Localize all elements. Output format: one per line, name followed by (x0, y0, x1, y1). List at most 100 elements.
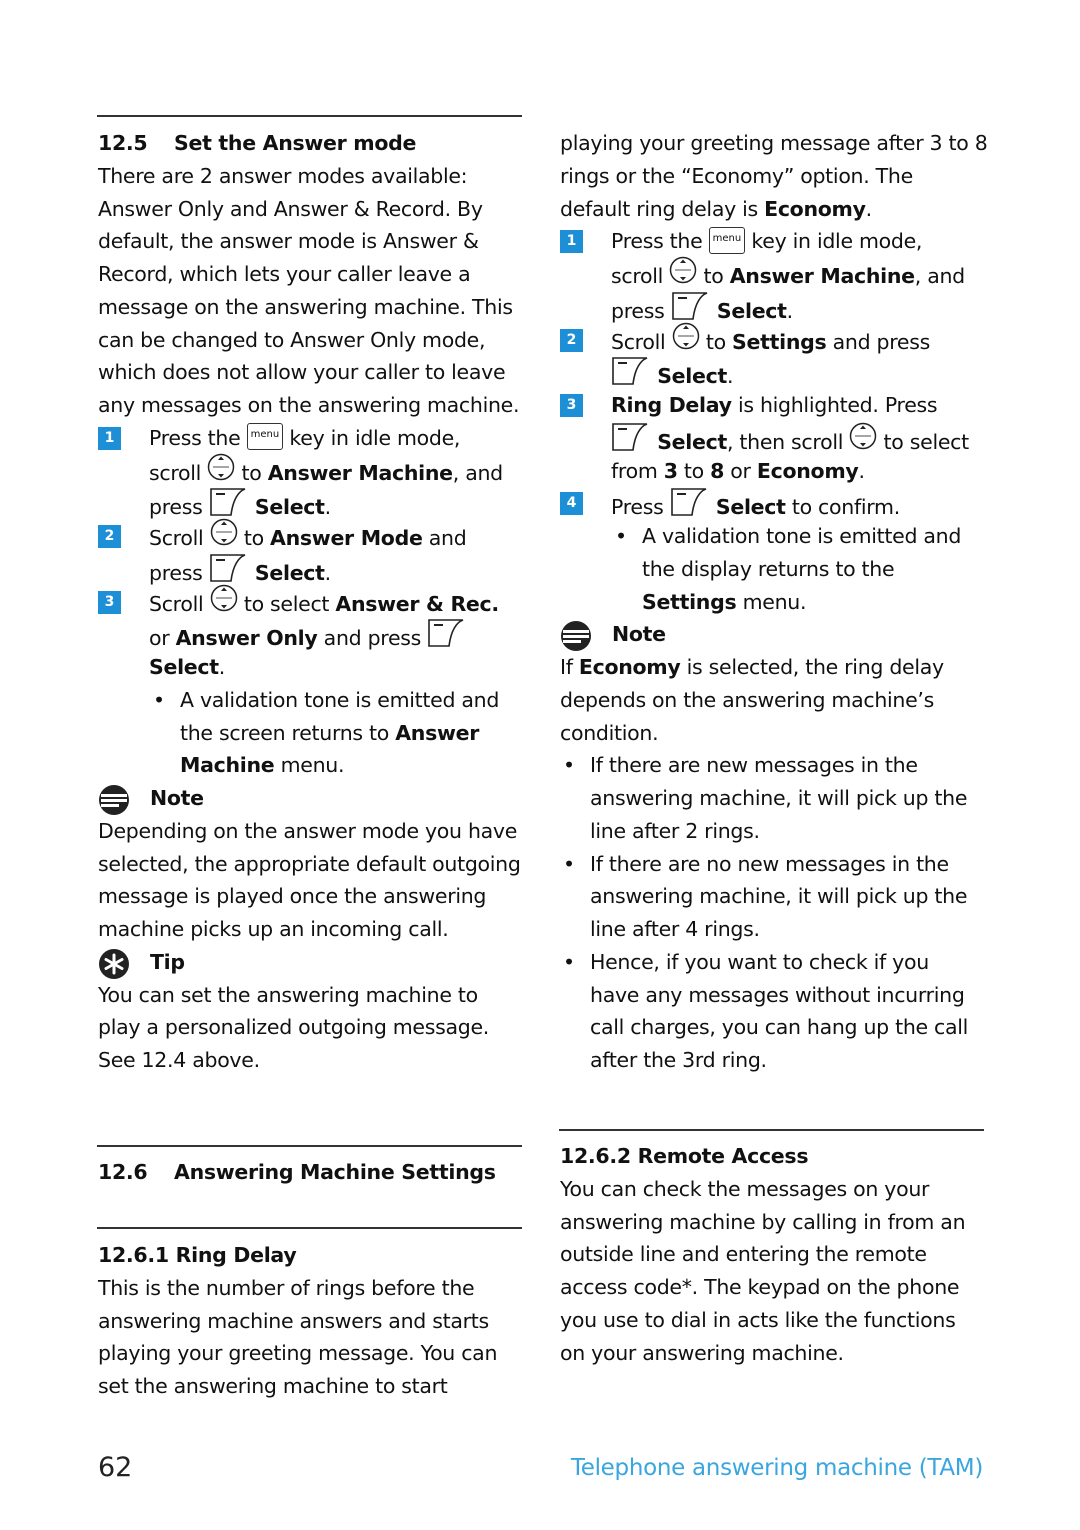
text: playing your greeting message. You can (98, 1341, 498, 1366)
page-number: 62 (98, 1452, 133, 1483)
text-line: default, the answer mode is Answer & (98, 225, 528, 258)
text-line: you use to dial in acts like the functio… (560, 1304, 965, 1337)
text: answering machine by calling in from an (560, 1209, 966, 1234)
text: Depending on the answer mode you have (98, 818, 518, 843)
bold-term: Select (716, 298, 787, 323)
text: scroll (611, 263, 670, 288)
text: . (786, 298, 794, 323)
text: menu. (736, 589, 807, 614)
text-line: playing your greeting message after 3 to… (560, 127, 990, 160)
text-line: rings or the “Economy” option. The (560, 160, 990, 193)
text-line: the screen returns to Answer (98, 717, 528, 750)
text-line: press Select. (98, 553, 528, 586)
text-line: answering machine, it will pick up the (560, 880, 990, 913)
text-line: condition. (560, 717, 990, 750)
text: to (699, 329, 733, 354)
section-number: 12.6 (98, 1160, 148, 1184)
bold-term: Answer (395, 720, 480, 745)
text: This is the number of rings before the (98, 1275, 475, 1300)
text-line: answering machine, it will pick up the (560, 782, 990, 815)
text: . (324, 560, 332, 585)
text-line: the display returns to the (560, 553, 990, 586)
bold-term: Answer Mode (270, 525, 423, 550)
text: you use to dial in acts like the functio… (560, 1307, 956, 1332)
text-line: call charges, you can hang up the call (560, 1011, 990, 1044)
text: Scroll (149, 591, 210, 616)
text: default ring delay is (560, 196, 765, 221)
step-line: 3 Scroll to select Answer & Rec. (98, 584, 528, 619)
right-column-top: playing your greeting message after 3 to… (560, 127, 990, 1077)
text: access code*. The keypad on the phone (560, 1275, 960, 1299)
text: have any messages without incurring (590, 982, 965, 1007)
step-number-badge: 3 (560, 394, 583, 417)
bold-term: Ring Delay (611, 393, 732, 417)
text: to select (237, 591, 336, 616)
text: to (697, 263, 730, 288)
text: Press the (149, 425, 247, 450)
bold-term: Economy (578, 655, 681, 679)
text: machine picks up an incoming call. (98, 917, 449, 941)
text-line: Record, which lets your caller leave a (98, 258, 528, 291)
text: You can set the answering machine to (98, 982, 478, 1007)
bullet-icon: • (615, 524, 627, 548)
text-line: outside line and entering the remote (560, 1238, 965, 1271)
text: which does not allow your caller to leav… (98, 360, 506, 385)
text-line: answering machine answers and starts (98, 1305, 497, 1338)
bold-term: Economy (764, 196, 866, 221)
text: the display returns to the (642, 556, 895, 581)
text-line: • A validation tone is emitted and (98, 684, 528, 717)
text: after the 3rd ring. (590, 1048, 767, 1072)
bold-term: Settings (732, 329, 827, 354)
text-line: • A validation tone is emitted and (560, 520, 990, 553)
step-line: 4 Press Select to confirm. (560, 487, 990, 520)
remote-access-section: 12.6.2 Remote Access You can check the me… (560, 1140, 966, 1369)
step-number-badge: 1 (98, 426, 121, 450)
text: on your answering machine. (560, 1340, 844, 1365)
bold-term: Select (657, 364, 727, 389)
bold-term: Settings (642, 589, 737, 614)
menu-key-icon: menu (708, 226, 746, 254)
text: There are 2 answer modes available: (98, 163, 468, 188)
text-line: set the answering machine to start (98, 1370, 497, 1403)
bold-term: Answer Machine (729, 263, 915, 288)
text: answering machine, it will pick up the (590, 884, 968, 909)
text-line: play a personalized outgoing message. (98, 1011, 528, 1044)
text: . (865, 196, 873, 221)
section-number: 12.5 (98, 131, 148, 155)
rule-section-12-6-bottom (97, 1227, 522, 1229)
text: and press (317, 626, 428, 651)
text: to (677, 458, 711, 483)
step-number-badge: 4 (560, 492, 583, 516)
text: . (324, 495, 332, 520)
text: or (724, 458, 757, 483)
section-heading: 12.6.2 Remote Access (560, 1140, 965, 1173)
step-line: 1 Press the menu key in idle mode, (98, 422, 528, 455)
step-number-badge: 1 (560, 230, 583, 254)
text: is highlighted. Press (731, 393, 938, 417)
bold-term: Machine (180, 753, 275, 778)
text-line: You can set the answering machine to (98, 979, 528, 1012)
text: message is played once the answering (98, 884, 487, 909)
text: from (611, 458, 664, 483)
text: A validation tone is emitted and (642, 524, 962, 548)
text: line after 2 rings. (590, 818, 760, 843)
bold-term: Select (254, 560, 325, 585)
bullet-icon: • (563, 753, 575, 778)
step-line: 3 Ring Delay is highlighted. Press (560, 389, 990, 422)
text: default, the answer mode is Answer & (98, 229, 479, 254)
text-line: See 12.4 above. (98, 1044, 528, 1077)
text-line: can be changed to Answer Only mode, (98, 324, 528, 357)
text: Press the (611, 229, 709, 254)
text: Record, which lets your caller leave a (98, 262, 471, 286)
section-title: 12.6.1 Ring Delay (98, 1243, 297, 1267)
text-line: message on the answering machine. This (98, 291, 528, 324)
text-line: after the 3rd ring. (560, 1044, 990, 1077)
text-line: scroll to Answer Machine, and (98, 453, 528, 488)
text: If there are no new messages in the (590, 851, 949, 876)
scroll-key-icon (672, 322, 700, 360)
text: is selected, the ring delay (680, 655, 945, 679)
text: Tip (150, 949, 185, 974)
text: key in idle mode, (745, 229, 923, 254)
text: . (726, 364, 734, 389)
section-heading: 12.5 Set the Answer mode (98, 127, 528, 160)
